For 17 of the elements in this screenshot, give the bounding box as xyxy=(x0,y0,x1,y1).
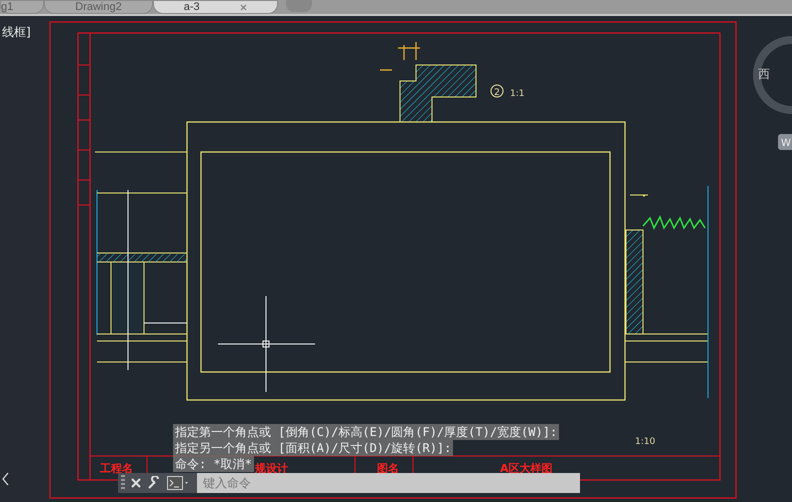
coordinate-system-badge[interactable] xyxy=(778,134,792,150)
title-block-text: 图名 xyxy=(377,462,399,475)
compass-direction[interactable]: 西 xyxy=(758,67,770,81)
viewport-label[interactable]: 线框] xyxy=(2,25,31,39)
section-scale-label: 1:10 xyxy=(635,437,656,447)
wrench-icon[interactable] xyxy=(147,476,161,490)
command-input[interactable]: 键入命令 xyxy=(197,473,580,493)
title-block-text: 工程名 xyxy=(100,462,133,475)
chevron-icon[interactable] xyxy=(2,472,8,486)
detail-number: 2 xyxy=(494,88,500,98)
grip-handle[interactable] xyxy=(121,475,125,491)
title-block-text: A区大样图 xyxy=(500,462,553,475)
command-prompt-icon[interactable] xyxy=(167,476,191,490)
title-block-text: 规设计 xyxy=(255,462,288,475)
document-tab[interactable]: a-3 xyxy=(152,0,278,14)
detail-marker-circle xyxy=(490,84,504,98)
scale-label: 1:1 xyxy=(510,89,524,99)
